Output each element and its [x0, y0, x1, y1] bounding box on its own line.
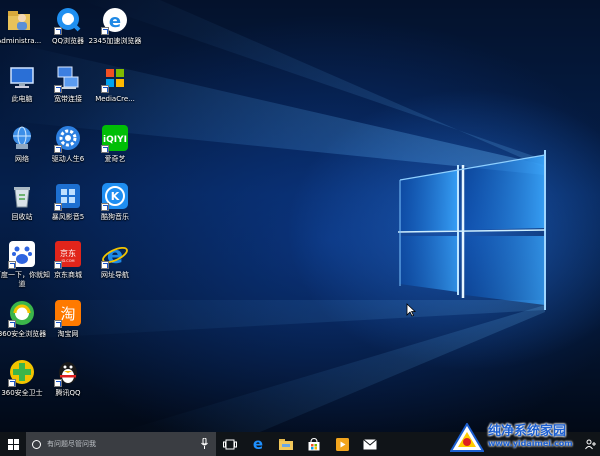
shortcut-arrow-icon	[8, 320, 16, 328]
desktop-icon-iqiyi[interactable]: iQIYI 爱奇艺	[92, 124, 138, 182]
taobao-icon: 淘	[54, 299, 82, 328]
desktop-icon-administrator[interactable]: Administra...	[0, 6, 42, 64]
shortcut-arrow-icon	[8, 379, 16, 387]
shortcut-arrow-icon	[101, 261, 109, 269]
desktop-icon-label: 2345加速浏览器	[88, 37, 142, 45]
computer-icon	[8, 64, 36, 92]
baidu-paw-icon	[8, 240, 36, 269]
taskbar-edge-button[interactable]: e	[244, 432, 272, 456]
shortcut-arrow-icon	[8, 261, 16, 269]
guard-360-icon	[8, 358, 36, 387]
watermark-logo	[450, 423, 484, 452]
watermark-title: 纯净系统家园	[488, 424, 567, 439]
watermark-url: www.yidaimei.com	[488, 439, 573, 448]
svg-text:e: e	[253, 437, 263, 451]
desktop-icon-mediacreation[interactable]: MediaCre...	[92, 64, 138, 122]
desktop-icon-browser-360[interactable]: 360安全浏览器	[0, 299, 46, 357]
shortcut-arrow-icon	[101, 85, 109, 93]
browser-2345-icon: e	[101, 6, 129, 35]
kugou-music-icon: K	[101, 182, 129, 211]
svg-text:e: e	[109, 11, 121, 32]
shortcut-arrow-icon	[101, 27, 109, 35]
shortcut-arrow-icon	[101, 145, 109, 153]
desktop-icon-baofeng[interactable]: 暴风影音5	[45, 182, 91, 240]
microphone-icon[interactable]	[201, 438, 208, 449]
desktop-icon-browser-2345[interactable]: e 2345加速浏览器	[89, 6, 141, 64]
baofeng-player-icon	[54, 182, 82, 211]
qq-browser-icon	[54, 6, 82, 35]
shortcut-arrow-icon	[54, 320, 62, 328]
network-connection-icon	[54, 64, 82, 93]
store-bag-icon	[308, 437, 320, 450]
browser-360-icon	[8, 299, 36, 328]
windows-logo-icon	[7, 438, 19, 450]
taskbar-media-button[interactable]	[328, 432, 356, 456]
desktop-icon-broadband[interactable]: 宽带连接	[45, 64, 91, 122]
shortcut-arrow-icon	[54, 145, 62, 153]
desktop-icon-tencent-qq[interactable]: 腾讯QQ	[45, 358, 91, 416]
desktop-icon-label: 网址导航	[101, 271, 129, 279]
taskbar-file-explorer-button[interactable]	[272, 432, 300, 456]
desktop-icon-guard-360[interactable]: 360安全卫士	[0, 358, 45, 416]
taskbar-mail-button[interactable]	[356, 432, 384, 456]
desktop-icon-label: 酷狗音乐	[101, 213, 129, 221]
shortcut-arrow-icon	[54, 203, 62, 211]
desktop-icon-label: 爱奇艺	[104, 155, 126, 163]
desktop-icon-label: 腾讯QQ	[55, 389, 81, 397]
desktop-icon-recycle-bin[interactable]: 回收站	[0, 182, 45, 240]
desktop-icon-jd[interactable]: 京东 JD.COM 京东商城	[45, 240, 91, 298]
svg-text:K: K	[111, 190, 120, 203]
svg-text:e: e	[107, 241, 123, 268]
desktop-icon-label: MediaCre...	[95, 95, 135, 103]
gear-icon	[54, 124, 82, 153]
folder-icon	[279, 439, 293, 450]
media-player-icon	[335, 437, 349, 451]
internet-explorer-icon: e	[101, 240, 129, 269]
jd-icon: 京东 JD.COM	[54, 240, 82, 269]
mail-icon	[363, 438, 377, 449]
desktop-icon-web-nav[interactable]: e 网址导航	[92, 240, 138, 298]
taskbar-store-button[interactable]	[300, 432, 328, 456]
start-button[interactable]	[0, 432, 26, 456]
desktop-icon-network[interactable]: 网络	[0, 124, 45, 182]
shortcut-arrow-icon	[54, 261, 62, 269]
media-creation-icon	[101, 64, 129, 93]
mouse-cursor-icon	[406, 303, 416, 317]
svg-text:京东: 京东	[60, 248, 76, 258]
desktop: Administra... 此电脑 网络 回收站 百度一下，你就知道 360安全…	[0, 0, 600, 432]
desktop-icon-label: 淘宝网	[57, 330, 79, 338]
svg-text:JD.COM: JD.COM	[60, 259, 74, 263]
desktop-icon-this-pc[interactable]: 此电脑	[0, 64, 45, 122]
task-view-button[interactable]	[216, 432, 244, 456]
search-box[interactable]	[26, 432, 216, 456]
shortcut-arrow-icon	[54, 27, 62, 35]
watermark: 纯净系统家园 www.yidaimei.com	[450, 420, 600, 456]
qq-penguin-icon	[54, 358, 82, 387]
shortcut-arrow-icon	[54, 379, 62, 387]
task-view-icon	[223, 439, 237, 449]
edge-icon: e	[253, 437, 263, 451]
desktop-icon-baidu-zhidao[interactable]: 百度一下，你就知道	[0, 240, 50, 298]
shortcut-arrow-icon	[54, 85, 62, 93]
shortcut-arrow-icon	[101, 203, 109, 211]
network-globe-icon	[8, 124, 36, 152]
iqiyi-icon: iQIYI	[101, 124, 129, 153]
cortana-icon	[32, 439, 41, 449]
search-input[interactable]	[47, 440, 187, 448]
user-folder-icon	[5, 6, 33, 34]
svg-text:iQIYI: iQIYI	[103, 135, 127, 145]
desktop-icon-qq-browser[interactable]: QQ浏览器	[45, 6, 91, 64]
svg-text:淘: 淘	[60, 305, 75, 323]
recycle-bin-icon	[8, 182, 36, 210]
desktop-icon-kugou[interactable]: K 酷狗音乐	[92, 182, 138, 240]
desktop-icon-taobao[interactable]: 淘 淘宝网	[45, 299, 91, 357]
desktop-icon-driver-life[interactable]: 驱动人生6	[45, 124, 91, 182]
